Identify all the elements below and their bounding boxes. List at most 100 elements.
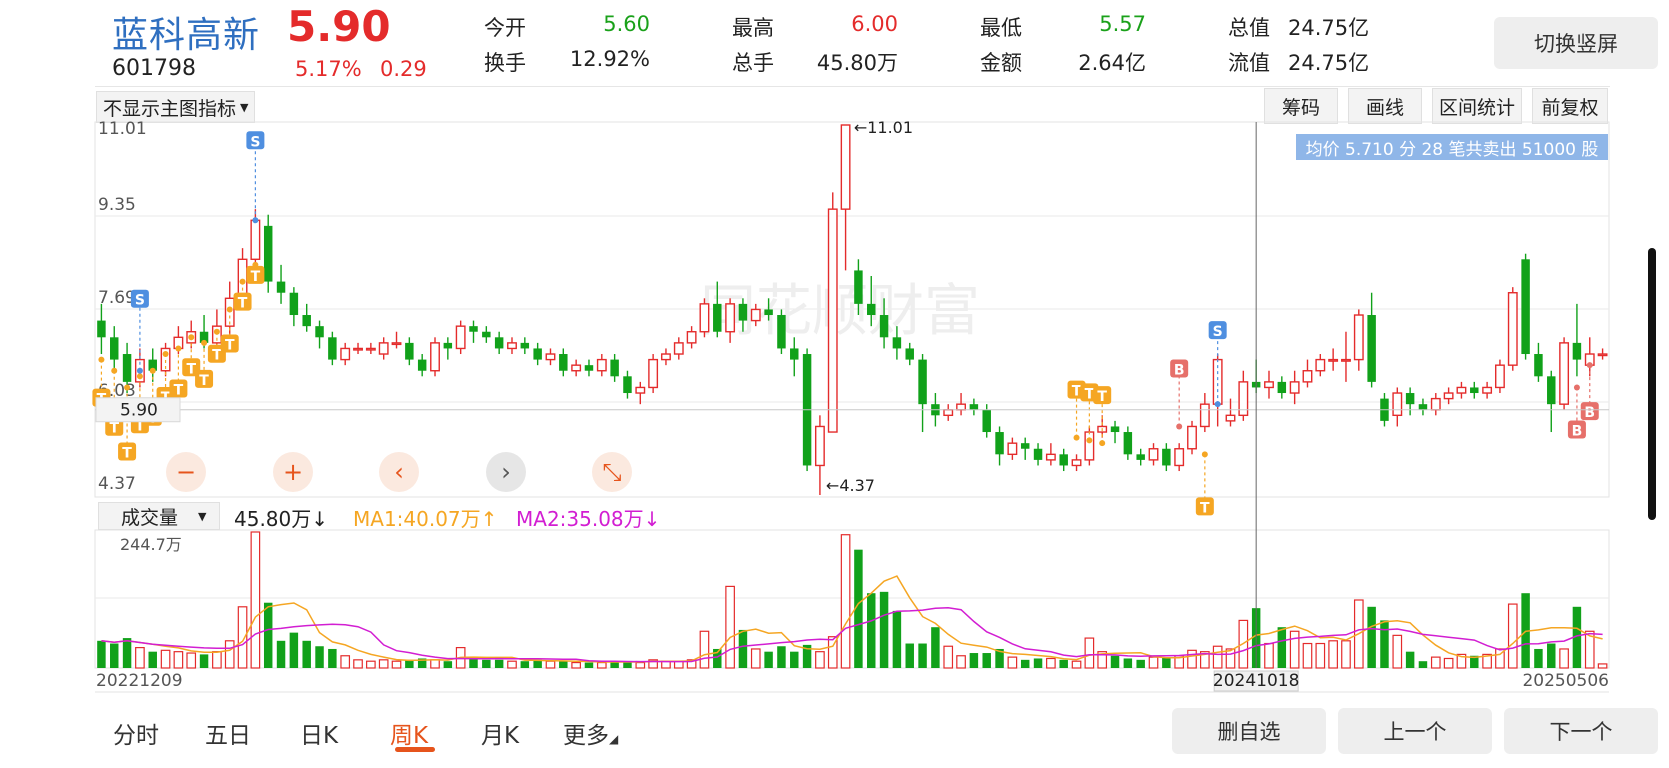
volume-bar [1534, 648, 1543, 668]
volume-bar [237, 606, 248, 669]
volume-bar [212, 651, 222, 669]
ma2-value: MA2:35.08万↓ [516, 507, 661, 531]
signal-letter: T [225, 337, 235, 353]
tab-intraday[interactable]: 分时 [113, 716, 159, 750]
candle-body [610, 359, 619, 377]
volume-bar [1212, 645, 1223, 669]
zoom-out-icon[interactable]: − [166, 452, 206, 492]
volume-bar [750, 648, 761, 669]
candle-body [1341, 358, 1351, 362]
kline-chart[interactable]: 同花顺财富 11.019.357.696.034.37 TTTTTTTTTTTT… [0, 0, 1669, 768]
low-marker: ←4.37 [826, 476, 875, 495]
corner-arrow-icon: ◢ [609, 732, 619, 746]
volume-max-label: 244.7万 [120, 535, 182, 554]
candle-body [777, 315, 786, 349]
signal-dot [1099, 440, 1106, 447]
candle-body [1521, 259, 1530, 355]
candle-body [1328, 358, 1339, 362]
volume-bar [1443, 657, 1454, 669]
collapse-icon[interactable]: ⤡ [592, 452, 632, 492]
volume-bar [892, 610, 902, 668]
volume-value: 45.80万↓ [234, 507, 329, 531]
volume-bar [1328, 640, 1338, 669]
volume-bar [289, 632, 299, 668]
candle-body [1302, 370, 1313, 383]
tab-five-day[interactable]: 五日 [205, 716, 251, 750]
signal-dot [239, 278, 246, 285]
volume-bar [596, 661, 607, 669]
tab-daily-k[interactable]: 日K [300, 716, 338, 750]
volume-bar [1148, 656, 1159, 669]
candle-body [1136, 454, 1145, 460]
tab-more[interactable]: 更多◢ [563, 716, 618, 750]
candle-body [1430, 397, 1441, 411]
candle-body [328, 337, 337, 360]
price-axis-label: 11.01 [98, 119, 147, 139]
pan-right-icon[interactable]: › [486, 452, 526, 492]
candle-body [738, 303, 748, 321]
previous-stock-button[interactable]: 上一个 [1338, 708, 1492, 754]
signal-dot [1214, 401, 1221, 408]
volume-indicator-select[interactable]: 成交量 ▼ [98, 502, 220, 530]
candle-body [1148, 448, 1159, 461]
volume-bar [1059, 659, 1068, 668]
candle-body [1289, 381, 1300, 394]
candle-body [1456, 386, 1467, 394]
volume-bar [635, 661, 646, 669]
volume-bar [199, 654, 209, 668]
candle-body [97, 320, 106, 338]
signal-letter: S [250, 134, 260, 150]
candle-body [302, 315, 311, 327]
candle-body [1495, 364, 1505, 389]
signal-letter: T [251, 269, 261, 285]
candle-body [559, 354, 568, 371]
remove-watchlist-button[interactable]: 删自选 [1172, 708, 1326, 754]
signal-dot [124, 384, 131, 391]
signal-dot [1586, 362, 1593, 369]
volume-bar [315, 646, 324, 668]
high-marker: ←11.01 [854, 118, 913, 137]
candle-body [995, 432, 1004, 455]
signal-dot [111, 367, 118, 374]
zoom-in-icon[interactable]: + [273, 452, 313, 492]
signal-dot [1176, 423, 1183, 430]
volume-bar [1559, 648, 1569, 669]
candle-body [1470, 387, 1479, 394]
volume-bar [559, 661, 568, 668]
volume-bar [699, 630, 710, 669]
volume-bar [969, 653, 979, 668]
pan-left-icon[interactable]: ‹ [379, 452, 419, 492]
volume-bar [790, 651, 799, 668]
tab-monthly-k[interactable]: 月K [481, 716, 519, 750]
volume-bar [905, 643, 914, 668]
ma-lines [101, 575, 1603, 663]
next-stock-button[interactable]: 下一个 [1504, 708, 1658, 754]
volume-bar [584, 662, 594, 668]
candle-body [1225, 414, 1236, 422]
candle-body [1443, 392, 1454, 400]
volume-bar [867, 593, 876, 668]
candle-body [469, 326, 478, 332]
volume-bar [520, 661, 530, 668]
scrollbar[interactable] [1648, 248, 1656, 520]
volume-bar [1315, 642, 1326, 669]
tab-weekly-k[interactable]: 周K [390, 716, 428, 750]
volume-bar [1547, 643, 1556, 668]
candle-body [1071, 459, 1082, 467]
price-axis-label: 7.69 [98, 288, 136, 308]
volume-bar [97, 640, 106, 668]
candle-body [417, 359, 427, 371]
signal-dot [149, 367, 156, 374]
candle-body [854, 270, 863, 304]
candle-body [814, 425, 825, 467]
candle-body [673, 342, 684, 355]
volume-bar [224, 640, 235, 669]
candle-body [365, 347, 376, 351]
volume-bar [160, 649, 171, 669]
volume-bar [250, 531, 261, 669]
volume-bar [1418, 661, 1428, 668]
candle-body [982, 409, 991, 433]
candle-body [1572, 342, 1582, 360]
candle-body [482, 331, 491, 338]
volume-bar [340, 655, 351, 669]
